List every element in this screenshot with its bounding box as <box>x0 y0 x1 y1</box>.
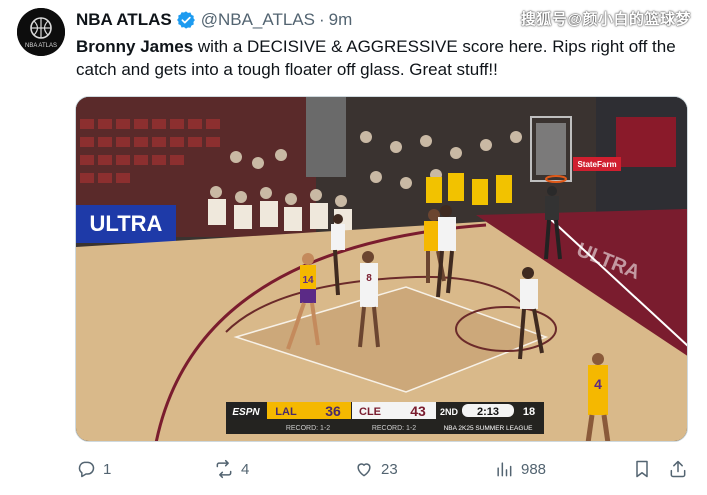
scorebug-period: 2ND <box>440 407 459 417</box>
repost-count: 4 <box>241 460 250 478</box>
scorebug-clock: 2:13 <box>477 406 499 418</box>
scorebug-score2: 43 <box>410 403 426 419</box>
reply-count: 1 <box>103 460 112 478</box>
scorebug-record2: RECORD: 1-2 <box>372 425 416 432</box>
author-avatar[interactable]: NBA ATLAS <box>17 8 65 56</box>
like-count: 23 <box>381 460 398 478</box>
scorebug-score1: 36 <box>325 403 341 419</box>
author-name[interactable]: NBA ATLAS <box>76 10 172 30</box>
banner-statefarm: StateFarm <box>577 160 616 169</box>
header-separator: · <box>318 10 325 29</box>
banner-ultra: ULTRA <box>90 211 163 236</box>
author-handle[interactable]: @NBA_ATLAS <box>201 10 315 30</box>
bookmark-icon <box>636 460 648 478</box>
watermark: 搜狐号@颜小白的篮球梦 <box>520 11 691 28</box>
like-button[interactable]: 23 <box>354 456 398 482</box>
scorebug-team1: LAL <box>275 406 297 418</box>
tweet-text: Bronny James with a DECISIVE & AGGRESSIV… <box>76 35 676 81</box>
svg-text:14: 14 <box>302 275 314 286</box>
reply-button[interactable]: 1 <box>76 456 111 482</box>
video-frame[interactable]: StateFarm ULTRA ULTRA 14 4 8 ESPN LAL 36… <box>76 97 688 442</box>
scorebug-network: ESPN <box>232 407 260 418</box>
reply-icon <box>78 461 95 478</box>
tweet-header: NBA ATLAS @NBA_ATLAS · 9m <box>76 9 352 31</box>
like-icon <box>357 463 371 477</box>
bookmark-button[interactable] <box>632 456 652 482</box>
views-button[interactable]: 988 <box>494 456 546 482</box>
tweet-timestamp[interactable]: 9m <box>329 10 353 30</box>
share-icon <box>670 460 686 478</box>
avatar-text: NBA ATLAS <box>25 43 57 49</box>
scorebug: ESPN LAL 36 CLE 43 2ND 2:13 18 RECORD: 1… <box>226 402 544 434</box>
scorebug-team2: CLE <box>359 406 381 418</box>
views-icon <box>497 462 512 477</box>
scorebug-record1: RECORD: 1-2 <box>286 425 330 432</box>
tweet-media-video[interactable]: StateFarm ULTRA ULTRA 14 4 8 ESPN LAL 36… <box>75 96 688 442</box>
views-count: 988 <box>521 460 547 478</box>
tweet-actions: 1 4 23 988 <box>76 456 688 482</box>
svg-text:4: 4 <box>594 376 602 392</box>
share-button[interactable] <box>668 456 688 482</box>
svg-text:8: 8 <box>366 273 372 284</box>
tweet-text-bold: Bronny James <box>76 37 194 56</box>
scorebug-shot-clock: 18 <box>523 406 535 418</box>
repost-button[interactable]: 4 <box>214 456 249 482</box>
scorebug-event: NBA 2K25 SUMMER LEAGUE <box>444 425 534 432</box>
repost-icon <box>216 459 232 479</box>
verified-badge-icon[interactable] <box>176 10 196 30</box>
